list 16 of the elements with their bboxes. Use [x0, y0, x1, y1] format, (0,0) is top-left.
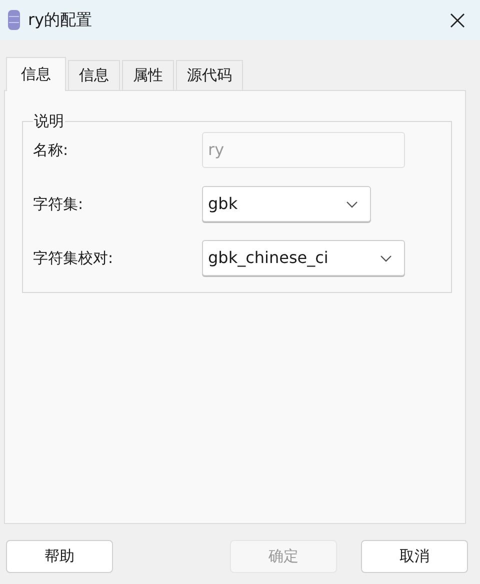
tab[interactable]: 源代码	[176, 60, 243, 90]
dialog-button[interactable]: 取消	[361, 540, 468, 573]
database-icon	[8, 10, 20, 30]
chevron-down-icon	[380, 254, 392, 262]
close-icon	[450, 12, 464, 28]
tab[interactable]: 信息	[68, 60, 120, 90]
field-label: 字符集:	[33, 194, 84, 215]
dropdown[interactable]: gbk_chinese_ci	[202, 240, 405, 276]
tab[interactable]: 属性	[122, 60, 174, 90]
field-label: 字符集校对:	[33, 248, 114, 269]
dropdown[interactable]: gbk	[202, 186, 371, 222]
dialog-button[interactable]: 帮助	[6, 540, 113, 573]
tab[interactable]: 信息	[6, 57, 66, 91]
field-label: 名称:	[33, 140, 70, 161]
window-title: ry的配置	[28, 9, 92, 31]
chevron-down-icon	[346, 200, 358, 208]
